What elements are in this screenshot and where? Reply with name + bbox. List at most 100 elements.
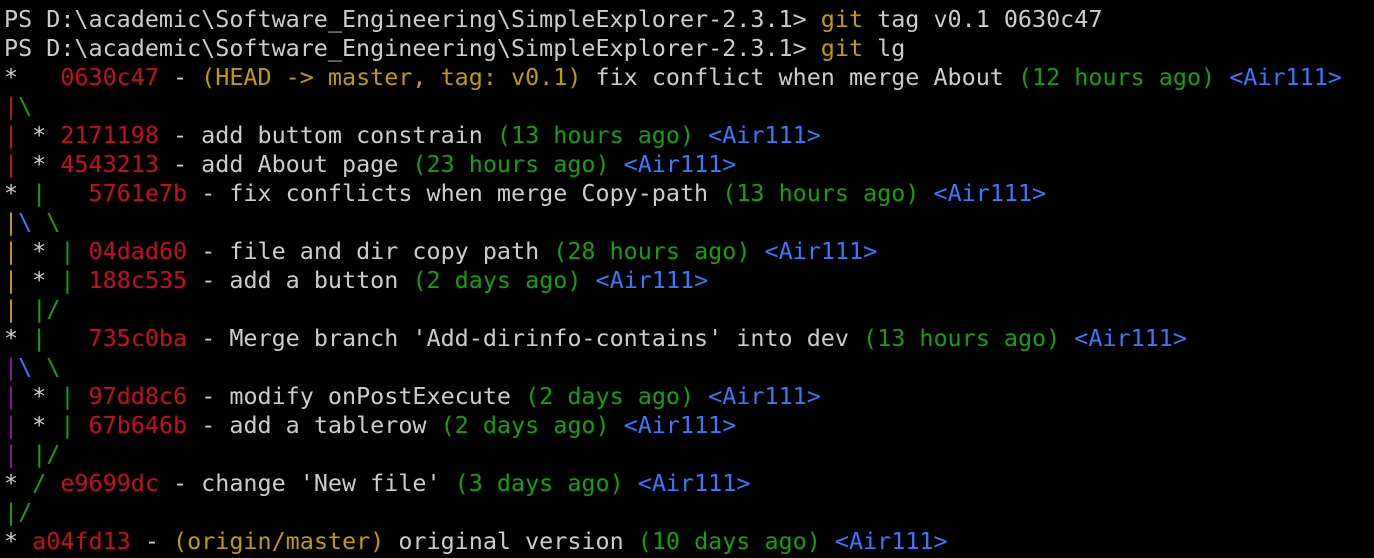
text-segment: | [4, 150, 19, 178]
text-segment [74, 237, 88, 265]
text-segment: PS D:\academic\Software_Engineering\Simp… [4, 34, 821, 62]
graph-line: |\ \ [4, 208, 60, 237]
text-segment: 04dad60 [88, 237, 188, 265]
commit-line: | * | 97dd8c6 - modify onPostExecute (2 … [4, 382, 821, 411]
text-segment: (28 hours ago) [553, 237, 751, 265]
text-segment [821, 527, 835, 555]
text-segment: |/ [4, 498, 33, 526]
text-segment: git [820, 34, 864, 62]
commit-line: * | 735c0ba - Merge branch 'Add-dirinfo-… [4, 324, 1187, 353]
commit-line: | * | 67b646b - add a tablerow (2 days a… [4, 411, 736, 440]
text-segment: | [60, 411, 75, 439]
text-segment: * [18, 266, 61, 294]
text-segment: | [4, 92, 19, 120]
prompt-line: PS D:\academic\Software_Engineering\Simp… [4, 5, 1102, 34]
text-segment: - add About page [158, 150, 413, 178]
text-segment: * [4, 469, 33, 497]
text-segment: <Air111> [933, 179, 1047, 207]
text-segment [581, 266, 595, 294]
text-segment: (13 hours ago) [863, 324, 1061, 352]
text-segment [18, 440, 32, 468]
text-segment: <Air111> [623, 411, 737, 439]
text-segment: - add a tablerow [187, 411, 441, 439]
text-segment: git [820, 5, 864, 33]
text-segment: * [18, 150, 61, 178]
text-segment: | [60, 237, 75, 265]
text-segment: - fix conflicts when merge Copy-path [187, 179, 723, 207]
text-segment: | [4, 411, 19, 439]
text-segment: \ [46, 353, 61, 381]
text-segment: 97dd8c6 [88, 382, 188, 410]
graph-line: |\ [4, 92, 32, 121]
text-segment [694, 121, 708, 149]
text-segment [1060, 324, 1074, 352]
text-segment [610, 411, 624, 439]
commit-line: * | 5761e7b - fix conflicts when merge C… [4, 179, 1046, 208]
text-segment: 188c535 [88, 266, 188, 294]
text-segment: | [4, 237, 19, 265]
text-segment: original version [384, 527, 638, 555]
text-segment: (12 hours ago) [1017, 63, 1216, 91]
text-segment: (23 hours ago) [412, 150, 610, 178]
text-segment: (2 days ago) [440, 411, 610, 439]
text-segment [74, 382, 88, 410]
text-segment: e9699dc [60, 469, 159, 497]
text-segment: (HEAD -> master, tag: v0.1) [201, 63, 582, 91]
text-segment: | [4, 382, 19, 410]
text-segment: fix conflict when merge About [581, 63, 1018, 91]
text-segment [610, 150, 624, 178]
text-segment: <Air111> [1074, 324, 1187, 352]
text-segment: <Air111> [834, 527, 948, 555]
text-segment: tag v0.1 0630c47 [863, 5, 1103, 33]
text-segment: 5761e7b [88, 179, 188, 207]
commit-line: | * 2171198 - add buttom constrain (13 h… [4, 121, 821, 150]
text-segment: (13 hours ago) [496, 121, 695, 149]
text-segment: a04fd13 [32, 527, 131, 555]
text-segment: | [4, 353, 19, 381]
text-segment: 735c0ba [88, 324, 188, 352]
text-segment: | [4, 208, 19, 236]
text-segment: | [4, 440, 19, 468]
graph-line: |/ [4, 498, 32, 527]
graph-line: |\ \ [4, 353, 60, 382]
text-segment: 4543213 [60, 150, 159, 178]
text-segment [32, 208, 46, 236]
graph-line: | |/ [4, 440, 60, 469]
graph-line: | |/ [4, 295, 60, 324]
text-segment [919, 179, 933, 207]
text-segment: - [158, 63, 202, 91]
text-segment: * [4, 527, 33, 555]
text-segment [46, 469, 60, 497]
text-segment: - file and dir copy path [187, 237, 554, 265]
text-segment: (origin/master) [173, 527, 385, 555]
text-segment: * [18, 411, 61, 439]
text-segment [750, 237, 764, 265]
text-segment: <Air111> [1229, 63, 1342, 91]
text-segment: - Merge branch 'Add-dirinfo-contains' in… [187, 324, 864, 352]
text-segment [74, 266, 88, 294]
text-segment: | [4, 121, 19, 149]
text-segment: * [18, 382, 61, 410]
terminal-window[interactable]: PS D:\academic\Software_Engineering\Simp… [0, 0, 1374, 558]
text-segment: <Air111> [708, 121, 821, 149]
text-segment: (3 days ago) [454, 469, 624, 497]
commit-line: * 0630c47 - (HEAD -> master, tag: v0.1) … [4, 63, 1342, 92]
text-segment [694, 382, 708, 410]
text-segment: \ [46, 208, 61, 236]
text-segment: <Air111> [708, 382, 821, 410]
text-segment [74, 411, 88, 439]
text-segment: |/ [32, 295, 61, 323]
text-segment: * [4, 324, 33, 352]
text-segment: (10 days ago) [637, 527, 821, 555]
text-segment: (13 hours ago) [722, 179, 920, 207]
text-segment: 2171198 [60, 121, 159, 149]
text-segment: * [18, 237, 61, 265]
text-segment: |/ [32, 440, 61, 468]
text-segment: <Air111> [637, 469, 751, 497]
text-segment: 67b646b [88, 411, 188, 439]
text-segment: | [60, 266, 75, 294]
commit-line: | * | 188c535 - add a button (2 days ago… [4, 266, 708, 295]
text-segment: 0630c47 [60, 63, 159, 91]
text-segment: / [32, 469, 47, 497]
text-segment: * [4, 63, 61, 91]
